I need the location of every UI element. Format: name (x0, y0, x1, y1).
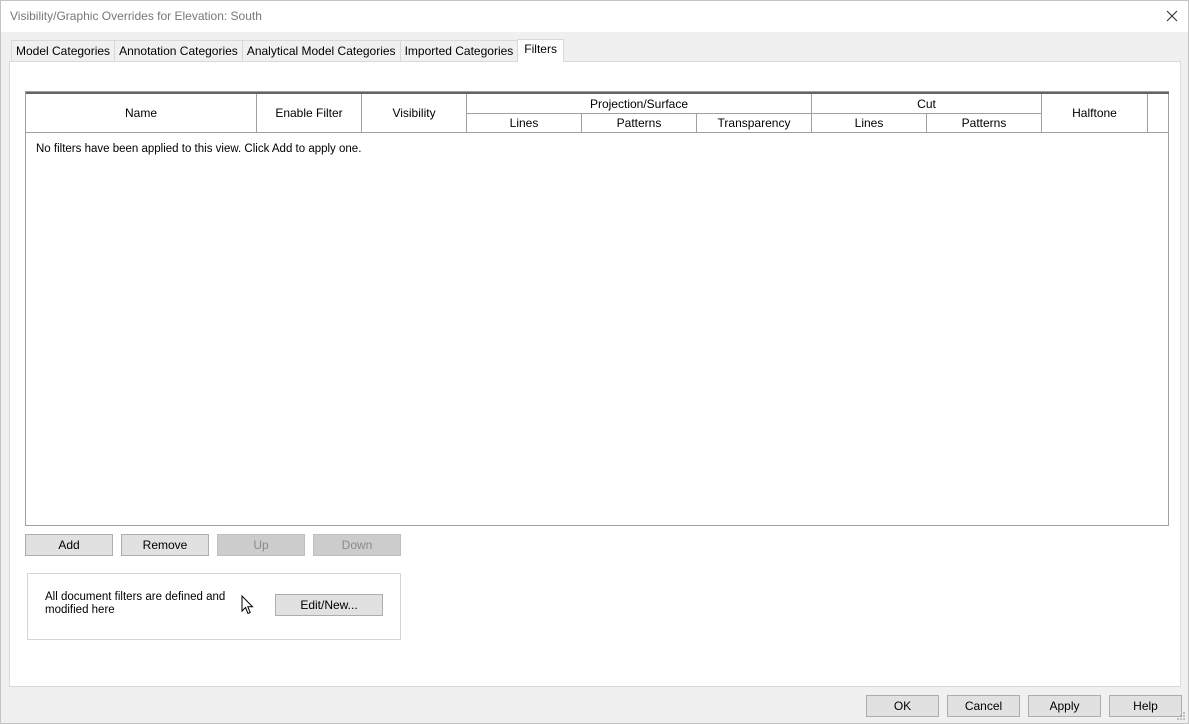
header-projection-lines[interactable]: Lines (467, 114, 582, 133)
mouse-cursor-icon (241, 595, 254, 615)
add-button[interactable]: Add (25, 534, 113, 556)
filters-tab-panel: Name Enable Filter Visibility Projection… (9, 61, 1181, 687)
header-extra-column (1148, 94, 1169, 133)
header-visibility[interactable]: Visibility (362, 94, 467, 133)
header-projection-surface: Projection/Surface (467, 94, 812, 114)
edit-new-button[interactable]: Edit/New... (275, 594, 383, 616)
help-button[interactable]: Help (1109, 695, 1182, 717)
close-button[interactable] (1160, 4, 1184, 28)
header-cut: Cut (812, 94, 1042, 114)
tab-strip: Model Categories Annotation Categories A… (11, 39, 564, 62)
resize-grip-icon[interactable] (1176, 711, 1186, 721)
up-button[interactable]: Up (217, 534, 305, 556)
tab-annotation-categories[interactable]: Annotation Categories (114, 40, 243, 61)
grid-header: Name Enable Filter Visibility Projection… (26, 92, 1169, 133)
dialog-window: Visibility/Graphic Overrides for Elevati… (0, 0, 1189, 724)
header-projection-patterns[interactable]: Patterns (582, 114, 697, 133)
header-enable-filter[interactable]: Enable Filter (257, 94, 362, 133)
tab-filters[interactable]: Filters (517, 39, 564, 62)
filter-definition-description: All document filters are defined and mod… (45, 591, 226, 616)
filter-definition-group: All document filters are defined and mod… (27, 573, 401, 640)
empty-grid-message: No filters have been applied to this vie… (36, 143, 362, 155)
cancel-button[interactable]: Cancel (947, 695, 1020, 717)
title-bar: Visibility/Graphic Overrides for Elevati… (1, 1, 1188, 32)
header-halftone[interactable]: Halftone (1042, 94, 1148, 133)
tab-model-categories[interactable]: Model Categories (11, 40, 116, 61)
close-icon (1166, 10, 1178, 22)
header-cut-patterns[interactable]: Patterns (927, 114, 1042, 133)
down-button[interactable]: Down (313, 534, 401, 556)
header-cut-lines[interactable]: Lines (812, 114, 927, 133)
apply-button[interactable]: Apply (1028, 695, 1101, 717)
filters-grid[interactable]: Name Enable Filter Visibility Projection… (25, 91, 1169, 526)
tab-analytical-model-categories[interactable]: Analytical Model Categories (241, 40, 401, 61)
ok-button[interactable]: OK (866, 695, 939, 717)
header-name[interactable]: Name (26, 94, 257, 133)
tab-imported-categories[interactable]: Imported Categories (399, 40, 519, 61)
header-projection-transparency[interactable]: Transparency (697, 114, 812, 133)
window-title: Visibility/Graphic Overrides for Elevati… (10, 9, 262, 23)
remove-button[interactable]: Remove (121, 534, 209, 556)
